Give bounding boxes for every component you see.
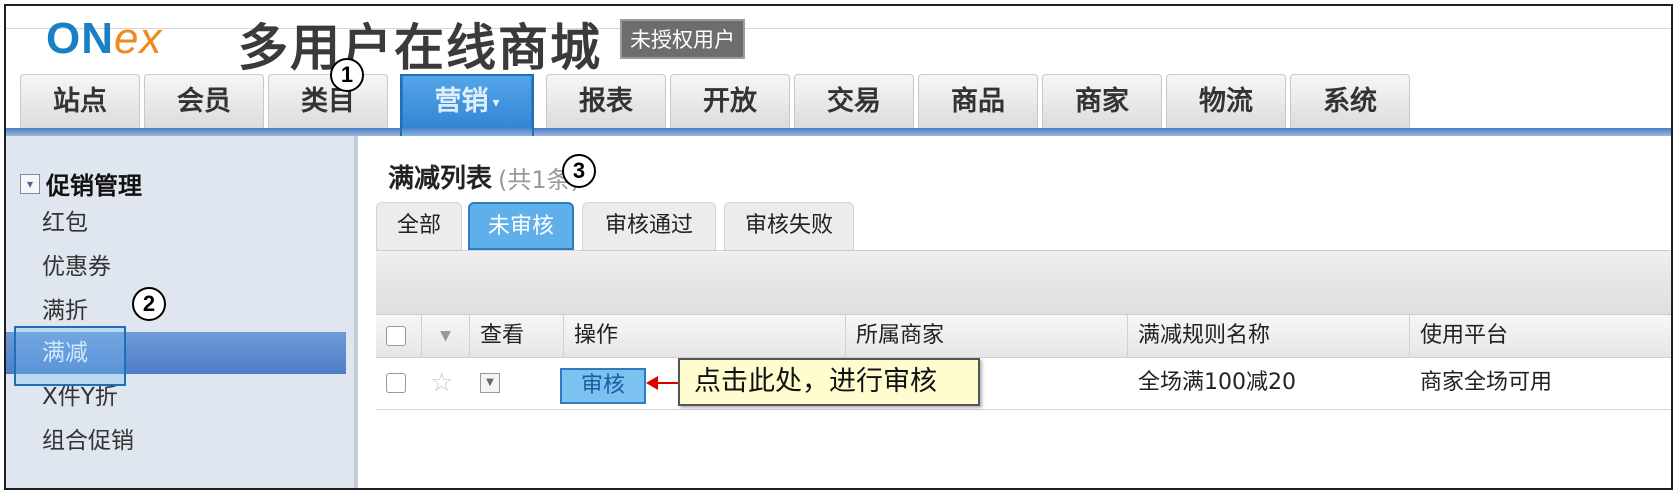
header-checkbox-cell bbox=[376, 315, 422, 357]
row-dropdown-icon[interactable]: ▼ bbox=[470, 358, 520, 408]
sidebar: ▾ 促销管理 红包 优惠券 满折 满减 X件Y折 组合促销 bbox=[6, 136, 358, 488]
page-title: 满减列表 bbox=[388, 164, 493, 194]
expand-toggle-icon[interactable]: ▾ bbox=[20, 173, 40, 194]
table-row: ☆ ▼ 审核 点击此处，进行审核 全场满100减20 商家全场可用 bbox=[376, 358, 1671, 410]
nav-underline bbox=[6, 128, 1671, 136]
nav-tab-member[interactable]: 会员 bbox=[144, 74, 264, 128]
nav-tab-logistics[interactable]: 物流 bbox=[1166, 74, 1286, 128]
nav-tab-merchant[interactable]: 商家 bbox=[1042, 74, 1162, 128]
column-header-platform: 使用平台 bbox=[1420, 323, 1509, 348]
nav-tab-goods[interactable]: 商品 bbox=[918, 74, 1038, 128]
sidebar-item-highlight bbox=[14, 326, 126, 386]
nav-tab-category[interactable]: 类目 bbox=[268, 74, 388, 128]
toolbar bbox=[376, 250, 1671, 314]
callout-arrow bbox=[646, 376, 687, 390]
review-button[interactable]: 审核 bbox=[560, 368, 646, 404]
tab-pending[interactable]: 未审核 bbox=[468, 202, 574, 250]
cell-platform: 商家全场可用 bbox=[1420, 370, 1553, 395]
site-title: 多用户在线商城 bbox=[238, 19, 602, 77]
star-icon[interactable]: ☆ bbox=[420, 358, 468, 408]
nav-tab-system[interactable]: 系统 bbox=[1290, 74, 1410, 128]
app-window: ONex 多用户在线商城 未授权用户 站点 会员 类目 营销 ▾ 报表 开放 交易… bbox=[4, 4, 1673, 490]
step-marker-3: 3 bbox=[562, 154, 596, 188]
step-marker-2: 2 bbox=[132, 287, 166, 321]
step-marker-1: 1 bbox=[330, 58, 364, 92]
row-checkbox[interactable] bbox=[386, 373, 406, 393]
license-badge: 未授权用户 bbox=[620, 19, 745, 59]
column-header-action: 操作 bbox=[564, 315, 846, 357]
column-header-merchant: 所属商家 bbox=[846, 315, 1128, 357]
instruction-callout: 点击此处，进行审核 bbox=[678, 358, 980, 406]
sort-caret-icon[interactable]: ▼ bbox=[422, 315, 470, 357]
table-header: ▼ 查看 操作 所属商家 满减规则名称 使用平台 bbox=[376, 314, 1671, 358]
sidebar-item-coupon[interactable]: 优惠券 bbox=[6, 246, 346, 288]
column-header-view: 查看 bbox=[470, 315, 564, 357]
sidebar-item-bundle[interactable]: 组合促销 bbox=[6, 420, 346, 462]
header: ONex 多用户在线商城 未授权用户 bbox=[6, 6, 1671, 77]
tab-all[interactable]: 全部 bbox=[376, 202, 462, 250]
nav-tab-open[interactable]: 开放 bbox=[670, 74, 790, 128]
sidebar-group-header[interactable]: ▾ 促销管理 bbox=[20, 166, 142, 201]
nav-tab-highlight bbox=[400, 74, 534, 138]
column-header-rule-name: 满减规则名称 bbox=[1128, 315, 1410, 357]
tab-rejected[interactable]: 审核失败 bbox=[724, 202, 854, 250]
nav-tab-trade[interactable]: 交易 bbox=[794, 74, 914, 128]
nav-tab-site[interactable]: 站点 bbox=[20, 74, 140, 128]
sidebar-item-red-packet[interactable]: 红包 bbox=[6, 202, 346, 244]
logo: ONex bbox=[46, 14, 163, 63]
tab-approved[interactable]: 审核通过 bbox=[582, 202, 716, 250]
row-checkbox-cell bbox=[376, 358, 422, 408]
top-nav: 站点 会员 类目 营销 ▾ 报表 开放 交易 商品 商家 物流 系统 bbox=[6, 72, 1671, 130]
main-content: 满减列表 (共1条) 全部 未审核 审核通过 审核失败 ▼ 查看 操作 所属商家… bbox=[362, 136, 1671, 488]
nav-tab-report[interactable]: 报表 bbox=[546, 74, 666, 128]
select-all-checkbox[interactable] bbox=[386, 326, 406, 346]
cell-rule-name: 全场满100减20 bbox=[1138, 370, 1296, 395]
sidebar-group-title: 促销管理 bbox=[46, 172, 142, 200]
